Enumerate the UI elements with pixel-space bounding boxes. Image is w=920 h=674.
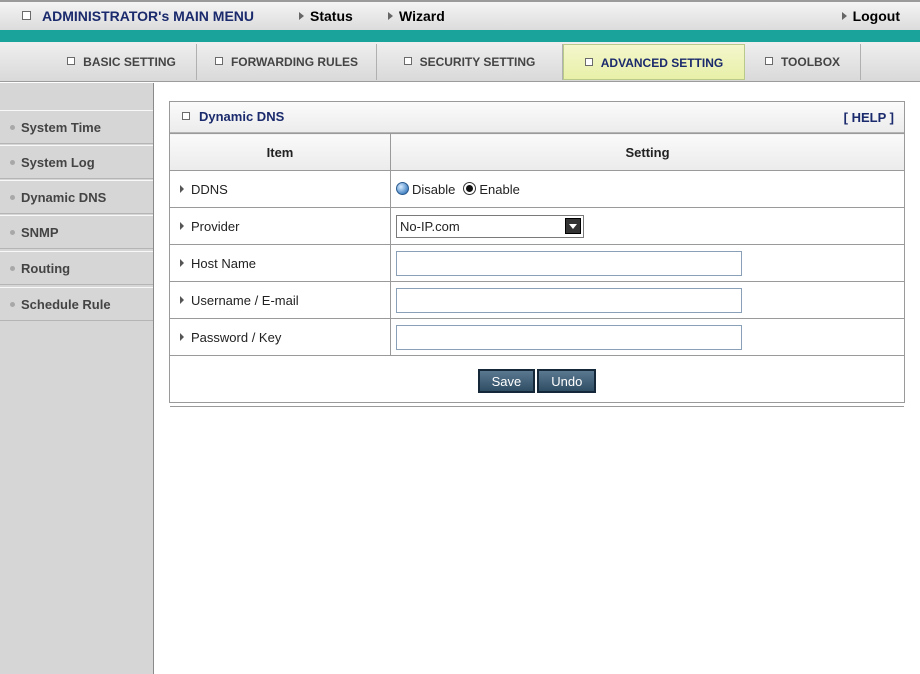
settings-table: Item Setting DDNS Disable Enable Provider… xyxy=(170,133,904,407)
host-setting-cell xyxy=(390,244,904,282)
status-link[interactable]: Status xyxy=(299,8,353,24)
tab-forwarding-rules[interactable]: FORWARDING RULES xyxy=(197,44,377,80)
panel-title-text: Dynamic DNS xyxy=(199,109,285,124)
triangle-right-icon xyxy=(180,332,184,341)
column-header-item: Item xyxy=(170,133,391,171)
table-row: Password / Key xyxy=(170,318,904,356)
dot-bullet-icon xyxy=(10,125,15,130)
square-bullet-icon xyxy=(584,57,593,66)
tab-label: TOOLBOX xyxy=(780,55,841,69)
panel-header: Dynamic DNS [ HELP ] xyxy=(170,102,904,133)
provider-label: Provider xyxy=(191,218,240,234)
provider-selected-value: No-IP.com xyxy=(400,218,460,234)
tab-label: FORWARDING RULES xyxy=(230,55,359,69)
provider-setting-cell: No-IP.com xyxy=(390,207,904,245)
host-name-input[interactable] xyxy=(396,250,742,276)
tab-label: ADVANCED SETTING xyxy=(600,56,724,70)
user-label-cell: Username / E-mail xyxy=(170,281,391,319)
sidebar-item-label: System Time xyxy=(21,120,101,135)
table-row: DDNS Disable Enable xyxy=(170,170,904,208)
button-cell: Save Undo xyxy=(170,355,904,407)
column-header-setting: Setting xyxy=(390,133,904,171)
pass-label-cell: Password / Key xyxy=(170,318,391,356)
triangle-right-icon xyxy=(180,258,184,267)
save-button[interactable]: Save xyxy=(477,369,536,393)
tab-advanced-setting[interactable]: ADVANCED SETTING xyxy=(563,44,745,80)
triangle-right-icon xyxy=(180,221,184,230)
dynamic-dns-panel: Dynamic DNS [ HELP ] Item Setting DDNS D… xyxy=(169,101,905,407)
triangle-right-icon xyxy=(180,295,184,304)
provider-select[interactable]: No-IP.com xyxy=(396,214,584,238)
square-bullet-icon xyxy=(214,56,223,65)
dot-bullet-icon xyxy=(10,230,15,235)
dot-bullet-icon xyxy=(10,266,15,271)
host-label-cell: Host Name xyxy=(170,244,391,282)
sidebar-item-label: SNMP xyxy=(21,225,59,240)
sidebar-item-dynamic-dns[interactable]: Dynamic DNS xyxy=(0,180,153,214)
undo-button[interactable]: Undo xyxy=(537,369,597,393)
password-label: Password / Key xyxy=(191,329,282,345)
dot-bullet-icon xyxy=(10,195,15,200)
button-row: Save Undo xyxy=(170,355,904,407)
logout-label: Logout xyxy=(852,8,900,24)
password-input[interactable] xyxy=(396,324,742,350)
square-bullet-icon xyxy=(403,56,412,65)
sidebar-item-label: Dynamic DNS xyxy=(21,190,107,205)
square-bullet-icon xyxy=(764,56,773,65)
table-row: Provider No-IP.com xyxy=(170,207,904,245)
logout-link[interactable]: Logout xyxy=(841,8,900,24)
pass-setting-cell xyxy=(390,318,904,356)
ddns-enable-radio[interactable] xyxy=(463,182,477,196)
wizard-label: Wizard xyxy=(399,8,445,24)
sidebar-item-routing[interactable]: Routing xyxy=(0,251,153,285)
dot-bullet-icon xyxy=(10,302,15,307)
username-label: Username / E-mail xyxy=(191,292,299,308)
accent-bar xyxy=(0,30,920,42)
tab-toolbox[interactable]: TOOLBOX xyxy=(745,44,861,80)
ddns-setting-cell: Disable Enable xyxy=(390,170,904,208)
main-menu-label: ADMINISTRATOR's MAIN MENU xyxy=(42,8,255,24)
ddns-disable-radio[interactable] xyxy=(396,182,409,196)
triangle-right-icon xyxy=(299,12,304,20)
ddns-label-cell: DDNS xyxy=(170,170,391,208)
dot-bullet-icon xyxy=(10,160,15,165)
sidebar-item-label: System Log xyxy=(21,155,95,170)
tab-security-setting[interactable]: SECURITY SETTING xyxy=(377,44,563,80)
host-name-label: Host Name xyxy=(191,255,257,271)
tab-label: SECURITY SETTING xyxy=(419,55,536,69)
table-row: Host Name xyxy=(170,244,904,282)
user-setting-cell xyxy=(390,281,904,319)
sidebar-item-system-log[interactable]: System Log xyxy=(0,145,153,179)
square-bullet-icon xyxy=(67,56,76,65)
sidebar-item-label: Routing xyxy=(21,261,71,276)
sidebar-item-schedule-rule[interactable]: Schedule Rule xyxy=(0,287,153,321)
ddns-disable-label[interactable]: Disable xyxy=(412,182,455,197)
triangle-right-icon xyxy=(180,184,184,193)
triangle-right-icon xyxy=(388,12,393,20)
sidebar-item-snmp[interactable]: SNMP xyxy=(0,215,153,249)
square-bullet-icon xyxy=(22,10,31,20)
table-header-row: Item Setting xyxy=(170,133,904,171)
tab-label: BASIC SETTING xyxy=(83,55,176,69)
chevron-down-icon[interactable] xyxy=(565,217,581,234)
username-input[interactable] xyxy=(396,287,742,313)
help-link[interactable]: [ HELP ] xyxy=(844,110,894,125)
tab-basic-setting[interactable]: BASIC SETTING xyxy=(47,44,197,80)
top-menu-bar: ADMINISTRATOR's MAIN MENU Status Wizard … xyxy=(0,0,920,30)
table-row: Username / E-mail xyxy=(170,281,904,319)
wizard-link[interactable]: Wizard xyxy=(388,8,445,24)
ddns-enable-label[interactable]: Enable xyxy=(479,182,519,197)
status-label: Status xyxy=(310,8,353,24)
sidebar: System Time System Log Dynamic DNS SNMP … xyxy=(0,83,154,674)
square-bullet-icon xyxy=(182,111,190,120)
provider-label-cell: Provider xyxy=(170,207,391,245)
panel-title: Dynamic DNS xyxy=(182,109,284,124)
sidebar-item-system-time[interactable]: System Time xyxy=(0,110,153,144)
sidebar-item-label: Schedule Rule xyxy=(21,297,111,312)
main-menu-link[interactable]: ADMINISTRATOR's MAIN MENU xyxy=(22,8,254,24)
tab-bar: BASIC SETTING FORWARDING RULES SECURITY … xyxy=(0,42,920,82)
ddns-label: DDNS xyxy=(191,181,228,197)
triangle-right-icon xyxy=(841,12,847,20)
